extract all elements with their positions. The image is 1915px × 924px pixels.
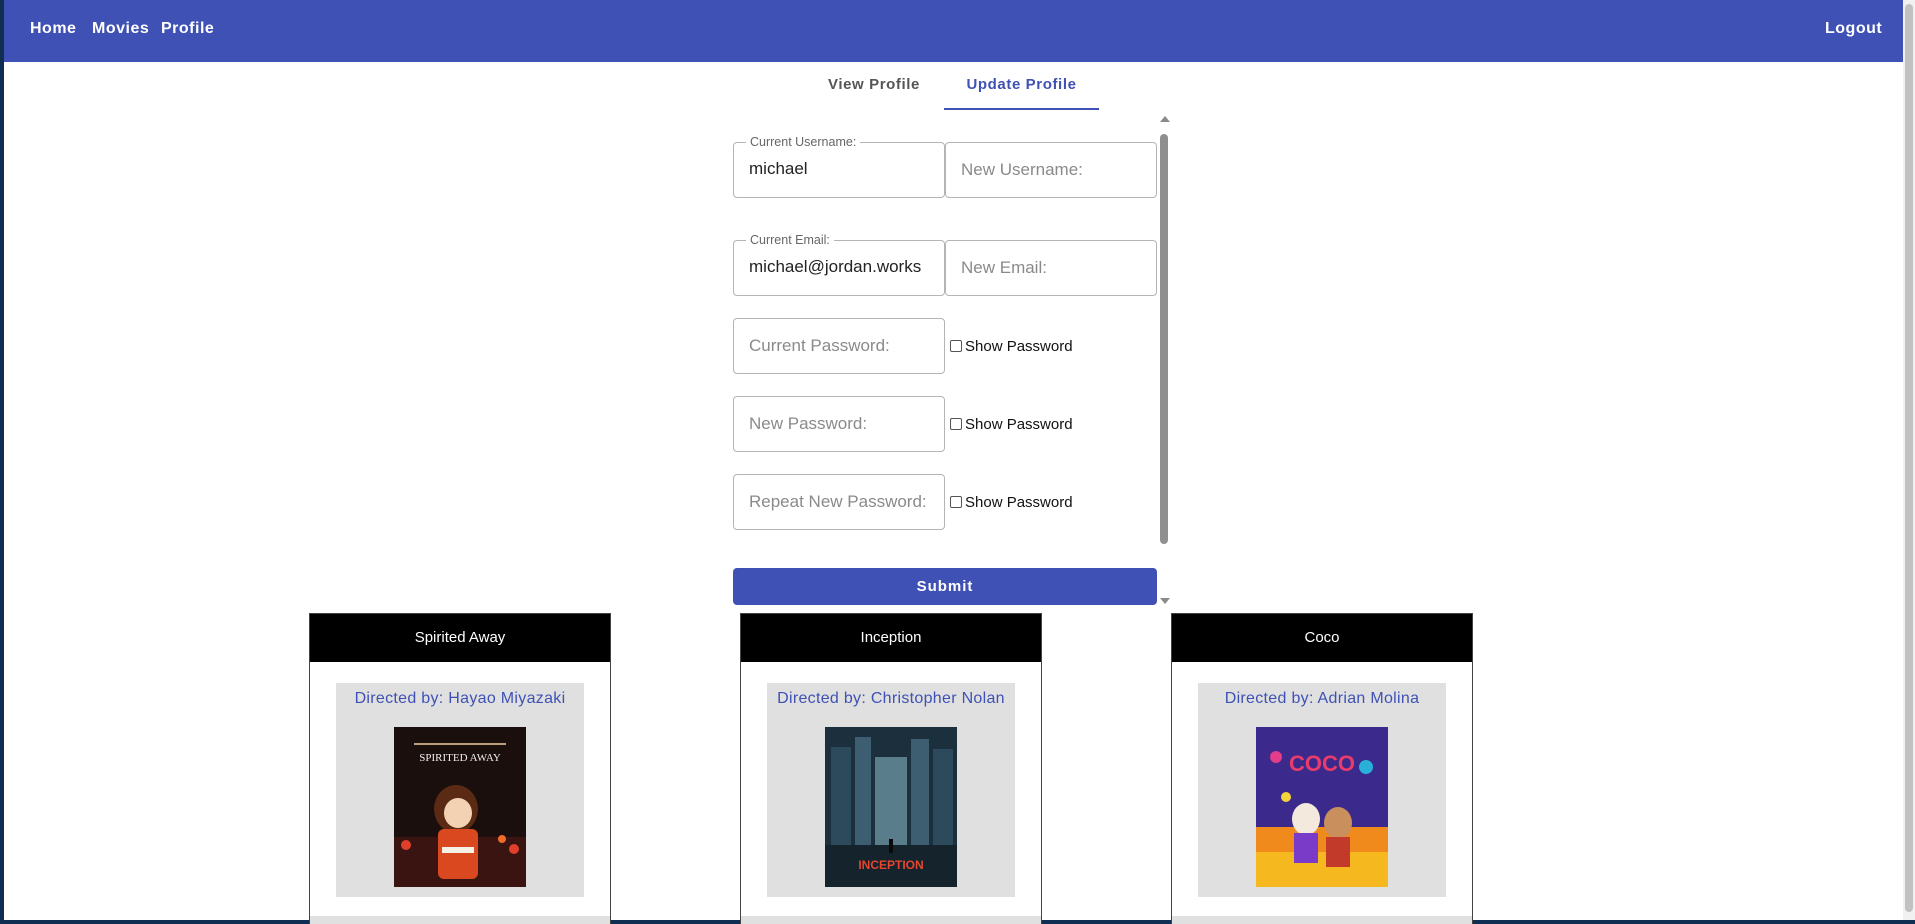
movie-title: Inception [741,614,1041,662]
inception-poster: INCEPTION [825,727,957,887]
show-password-label: Show Password [965,415,1073,433]
top-navbar: Home Movies Profile Logout [4,0,1903,62]
movie-card-footer [1172,916,1472,924]
show-password-label: Show Password [965,493,1073,511]
tab-update-profile[interactable]: Update Profile [944,70,1099,110]
movie-card[interactable]: Spirited Away Directed by: Hayao Miyazak… [309,613,611,924]
current-password-input[interactable] [749,331,929,361]
new-password-field[interactable] [733,396,945,452]
current-email-field: Current Email: michael@jordan.works [733,233,945,296]
movie-card-body: Directed by: Adrian Molina COCO [1198,683,1446,897]
poster-title-text: INCEPTION [858,858,923,872]
movie-card-footer [741,916,1041,924]
scroll-up-arrow-icon[interactable] [1160,116,1170,122]
spirited-away-poster: SPIRITED AWAY [394,727,526,887]
current-username-field: Current Username: michael [733,135,945,198]
form-scrollbar[interactable] [1158,112,1171,606]
new-username-field[interactable] [945,142,1157,198]
show-new-password[interactable]: Show Password [950,414,1073,434]
show-new-password-checkbox[interactable] [950,418,962,430]
tab-view-profile[interactable]: View Profile [818,70,930,110]
movie-director: Directed by: Hayao Miyazaki [354,690,566,707]
movie-title: Spirited Away [310,614,610,662]
nav-profile[interactable]: Profile [161,0,214,58]
poster-title-text: SPIRITED AWAY [419,752,501,764]
show-current-password-checkbox[interactable] [950,340,962,352]
repeat-password-field[interactable] [733,474,945,530]
current-email-value: michael@jordan.works [749,257,922,276]
current-password-field[interactable] [733,318,945,374]
movie-card-body: Directed by: Hayao Miyazaki SPIRITED AWA… [336,683,584,897]
window-frame-left [0,0,4,924]
show-repeat-password[interactable]: Show Password [950,492,1073,512]
page-scrollbar[interactable] [1903,0,1915,920]
show-repeat-password-checkbox[interactable] [950,496,962,508]
submit-button[interactable]: Submit [733,568,1157,605]
show-current-password[interactable]: Show Password [950,336,1073,356]
new-email-field[interactable] [945,240,1157,296]
coco-poster: COCO [1256,727,1388,887]
repeat-password-input[interactable] [749,487,929,517]
show-password-label: Show Password [965,337,1073,355]
movie-card-footer [310,916,610,924]
current-email-label: Current Email: [746,233,834,247]
nav-movies[interactable]: Movies [92,0,149,58]
scroll-down-arrow-icon[interactable] [1160,598,1170,604]
movie-card-body: Directed by: Christopher Nolan INCEPTION [767,683,1015,897]
movie-card[interactable]: Coco Directed by: Adrian Molina COCO [1171,613,1473,924]
movie-director: Directed by: Adrian Molina [1224,690,1420,707]
nav-home[interactable]: Home [30,0,76,58]
form-scrollbar-thumb[interactable] [1160,134,1168,544]
movie-title: Coco [1172,614,1472,662]
new-password-input[interactable] [749,409,929,439]
page-scrollbar-thumb[interactable] [1905,4,1913,912]
new-email-input[interactable] [961,253,1141,283]
current-username-value: michael [749,159,808,178]
poster-title-text: COCO [1289,751,1355,776]
new-username-input[interactable] [961,155,1141,185]
current-username-label: Current Username: [746,135,861,149]
movie-card[interactable]: Inception Directed by: Christopher Nolan… [740,613,1042,924]
movie-director: Directed by: Christopher Nolan [777,690,1005,707]
logout-button[interactable]: Logout [1825,0,1882,58]
